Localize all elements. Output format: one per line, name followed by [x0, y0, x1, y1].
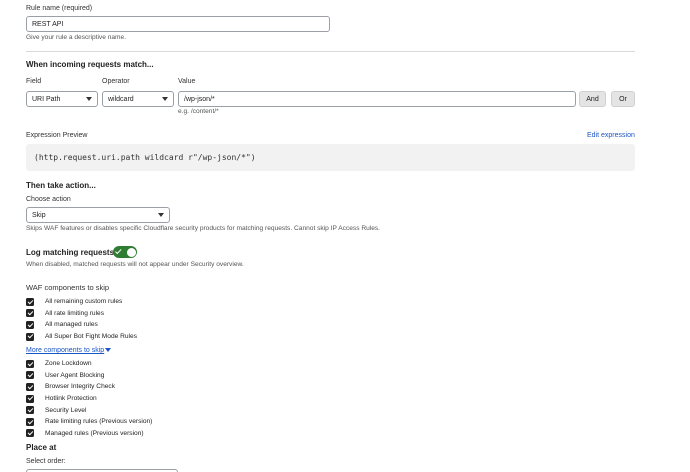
- operator-select-value: wildcard: [108, 95, 134, 103]
- checkbox-label: All Super Bot Fight Mode Rules: [45, 333, 137, 341]
- section-divider: [26, 51, 635, 52]
- checkbox[interactable]: [26, 429, 34, 438]
- value-input[interactable]: /wp-json/*: [178, 91, 576, 107]
- place-heading: Place at: [26, 443, 57, 452]
- log-help: When disabled, matched requests will not…: [26, 261, 244, 268]
- list-item[interactable]: Security Level: [26, 404, 152, 416]
- more-components-link[interactable]: More components to skip: [26, 347, 112, 354]
- checkbox[interactable]: [26, 394, 34, 403]
- chevron-down-icon: [158, 213, 164, 217]
- action-select-value: Skip: [32, 211, 46, 219]
- expression-text: (http.request.uri.path wildcard r"/wp-js…: [34, 153, 256, 162]
- checkbox-label: User Agent Blocking: [45, 371, 105, 379]
- operator-label: Operator: [102, 78, 130, 85]
- rule-name-help: Give your rule a descriptive name.: [26, 34, 127, 41]
- checkbox[interactable]: [26, 309, 34, 318]
- edit-expression-link[interactable]: Edit expression: [587, 132, 635, 139]
- list-item[interactable]: Rate limiting rules (Previous version): [26, 416, 152, 428]
- field-select-value: URI Path: [32, 95, 61, 103]
- more-components-label: More components to skip: [26, 347, 105, 354]
- list-item[interactable]: Hotlink Protection: [26, 393, 152, 405]
- checkbox[interactable]: [26, 371, 34, 380]
- checkbox-label: Managed rules (Previous version): [45, 429, 144, 437]
- waf-heading: WAF components to skip: [26, 283, 110, 292]
- action-select[interactable]: Skip: [26, 207, 170, 223]
- more-list: Zone Lockdown User Agent Blocking Browse…: [26, 358, 152, 439]
- chevron-down-icon: [86, 97, 92, 101]
- action-help: Skips WAF features or disables specific …: [26, 225, 381, 232]
- checkbox-label: All rate limiting rules: [45, 309, 104, 317]
- checkbox[interactable]: [26, 320, 34, 329]
- expression-preview-label: Expression Preview: [26, 132, 88, 139]
- checkbox-label: Zone Lockdown: [45, 360, 92, 368]
- choose-action-label: Choose action: [26, 196, 71, 203]
- checkbox[interactable]: [26, 382, 34, 391]
- list-item[interactable]: All managed rules: [26, 319, 137, 331]
- field-label: Field: [26, 78, 42, 85]
- field-select[interactable]: URI Path: [26, 91, 98, 107]
- value-label: Value: [178, 78, 196, 85]
- checkbox-label: Browser Integrity Check: [45, 383, 115, 391]
- checkbox-label: Security Level: [45, 406, 87, 414]
- checkbox[interactable]: [26, 332, 34, 341]
- list-item[interactable]: Browser Integrity Check: [26, 381, 152, 393]
- checkbox[interactable]: [26, 297, 34, 306]
- rule-name-value: REST API: [32, 20, 64, 28]
- value-input-value: /wp-json/*: [184, 95, 215, 103]
- rule-name-input[interactable]: REST API: [26, 16, 330, 32]
- list-item[interactable]: Managed rules (Previous version): [26, 428, 152, 440]
- match-heading: When incoming requests match...: [26, 60, 154, 69]
- rule-name-label: Rule name (required): [26, 5, 93, 12]
- checkbox-label: Hotlink Protection: [45, 395, 97, 403]
- checkbox[interactable]: [26, 406, 34, 415]
- list-item[interactable]: All rate limiting rules: [26, 308, 137, 320]
- checkbox-label: All managed rules: [45, 321, 98, 329]
- chevron-down-icon: [162, 97, 168, 101]
- caret-down-icon: [105, 348, 112, 353]
- and-button[interactable]: And: [579, 91, 606, 107]
- check-icon: [115, 247, 122, 254]
- checkbox-label: Rate limiting rules (Previous version): [45, 418, 153, 426]
- toggle-knob: [126, 247, 136, 257]
- action-heading: Then take action...: [26, 181, 96, 190]
- checkbox[interactable]: [26, 359, 34, 368]
- list-item[interactable]: All remaining custom rules: [26, 296, 137, 308]
- log-label: Log matching requests: [26, 248, 115, 257]
- checkbox-label: All remaining custom rules: [45, 298, 123, 306]
- list-item[interactable]: Zone Lockdown: [26, 358, 152, 370]
- value-example: e.g. /content/*: [178, 108, 219, 115]
- operator-select[interactable]: wildcard: [102, 91, 174, 107]
- list-item[interactable]: All Super Bot Fight Mode Rules: [26, 331, 137, 343]
- log-toggle[interactable]: [113, 246, 137, 258]
- list-item[interactable]: User Agent Blocking: [26, 370, 152, 382]
- select-order-label: Select order:: [26, 458, 66, 465]
- expression-preview: (http.request.uri.path wildcard r"/wp-js…: [26, 144, 635, 171]
- waf-list: All remaining custom rules All rate limi…: [26, 296, 137, 342]
- or-button[interactable]: Or: [611, 91, 635, 107]
- checkbox[interactable]: [26, 417, 34, 426]
